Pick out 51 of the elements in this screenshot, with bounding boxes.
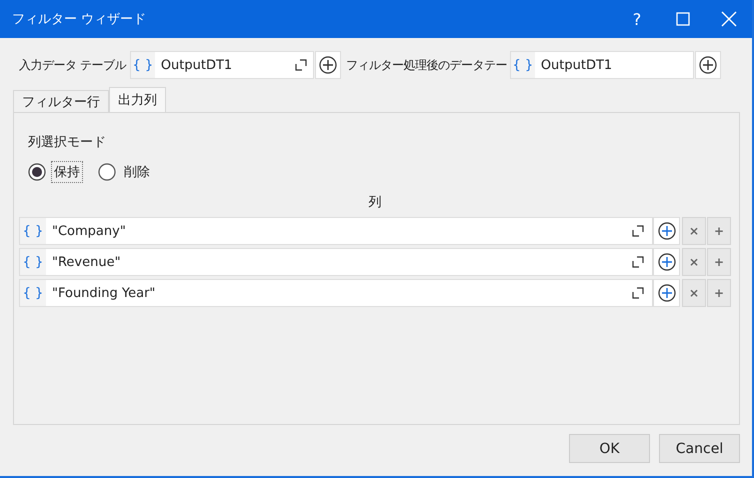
expand-icon[interactable] [632, 225, 644, 237]
window-title: フィルター ウィザード [12, 11, 148, 28]
plus-circle-icon [698, 56, 717, 74]
variable-prefix: { } [510, 52, 535, 78]
radio-label[interactable]: 保持 [51, 161, 83, 183]
add-variable-button[interactable] [653, 248, 680, 276]
field-value: "Company" [51, 224, 127, 238]
output-table-field[interactable]: { } OutputDT1 [510, 51, 694, 79]
radio-label[interactable]: 削除 [121, 161, 153, 183]
variable-prefix: { } [20, 218, 46, 244]
plus-circle-icon [658, 222, 676, 240]
close-icon [721, 11, 737, 27]
remove-row-button[interactable]: × [682, 279, 706, 307]
add-variable-button[interactable] [314, 51, 341, 79]
add-variable-button[interactable] [653, 217, 680, 245]
field-value: OutputDT1 [540, 58, 614, 72]
expand-icon[interactable] [632, 256, 644, 268]
expand-icon[interactable] [294, 59, 307, 71]
column-header: 列 [368, 194, 382, 212]
add-row-button[interactable]: + [707, 217, 731, 245]
output-table-label: フィルター処理後のデータテー [346, 56, 507, 74]
field-value: "Founding Year" [51, 286, 156, 300]
plus-circle-icon [658, 253, 676, 271]
add-variable-button[interactable] [653, 279, 680, 307]
add-variable-button[interactable] [694, 51, 721, 79]
tab[interactable]: 出力列 [109, 87, 166, 112]
input-table-label: 入力データ テーブル [19, 56, 126, 74]
add-row-button[interactable]: + [707, 279, 731, 307]
column-field[interactable]: { } "Company" [19, 217, 653, 245]
plus-circle-icon [318, 56, 337, 74]
variable-prefix: { } [130, 52, 155, 78]
remove-row-button[interactable]: × [682, 217, 706, 245]
help-button[interactable]: ? [614, 0, 660, 38]
mode-label: 列選択モード [28, 134, 106, 151]
column-field[interactable]: { } "Revenue" [19, 248, 653, 276]
field-value: OutputDT1 [160, 58, 234, 72]
dialog-button[interactable]: OK [569, 434, 650, 463]
radio-button[interactable] [98, 163, 116, 181]
add-row-button[interactable]: + [707, 248, 731, 276]
variable-prefix: { } [20, 280, 46, 306]
plus-circle-icon [658, 284, 676, 302]
maximize-icon [676, 12, 690, 26]
field-value: "Revenue" [51, 254, 122, 270]
radio-button[interactable] [28, 163, 46, 181]
tab[interactable]: フィルター行 [13, 90, 109, 112]
input-table-field[interactable]: { } OutputDT1 [130, 51, 314, 79]
dialog-button[interactable]: Cancel [659, 434, 740, 463]
expand-icon[interactable] [632, 287, 644, 299]
remove-row-button[interactable]: × [682, 248, 706, 276]
variable-prefix: { } [20, 249, 46, 275]
column-field[interactable]: { } "Founding Year" [19, 279, 653, 307]
